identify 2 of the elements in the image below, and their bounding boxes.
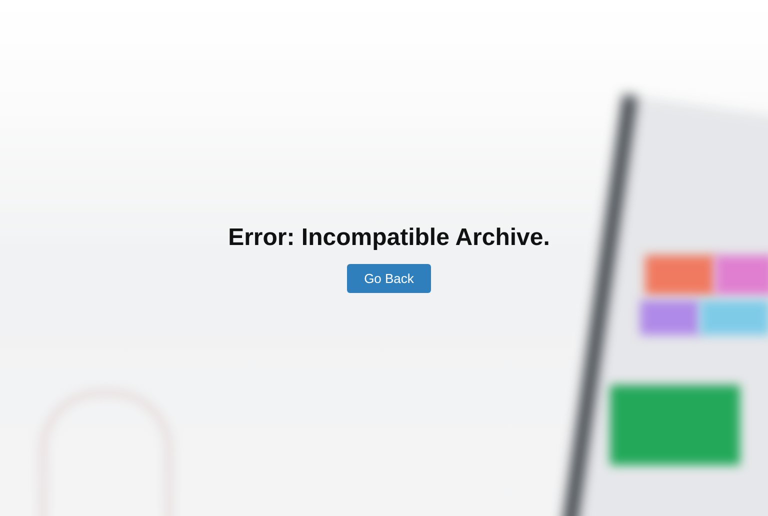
error-message: Error: Incompatible Archive. [228,224,550,252]
go-back-button[interactable]: Go Back [347,264,431,292]
